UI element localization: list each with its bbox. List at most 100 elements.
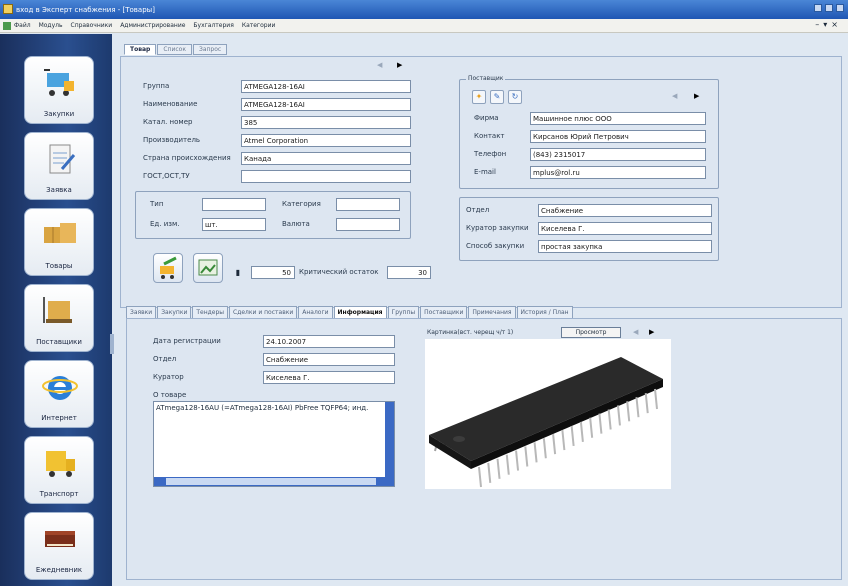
about-label: О товаре	[153, 391, 187, 399]
menu-references[interactable]: Справочники	[71, 22, 113, 29]
curator-label: Куратор закупки	[466, 224, 529, 232]
chip-pin	[635, 397, 640, 418]
supplier-add-button[interactable]: ✦	[472, 90, 486, 104]
menu-categories[interactable]: Категории	[242, 22, 276, 29]
sidebar-item-internet[interactable]: Интернет	[24, 360, 94, 428]
menu-administration[interactable]: Администрирование	[120, 22, 185, 29]
phone-label: Телефон	[474, 150, 507, 158]
catalog-field[interactable]: 385	[241, 116, 411, 129]
stock-quantity-field[interactable]: 50	[251, 266, 295, 279]
diary-icon	[45, 531, 75, 547]
info-curator-field[interactable]: Киселева Г.	[263, 371, 395, 384]
email-field[interactable]: mplus@rol.ru	[530, 166, 706, 179]
view-picture-button[interactable]: Просмотр	[561, 327, 621, 338]
nav-prev-arrow[interactable]: ◀	[377, 61, 382, 69]
maximize-button[interactable]	[825, 4, 833, 12]
menu-file[interactable]: Файл	[14, 22, 31, 29]
supplier-next-arrow[interactable]: ▶	[694, 92, 699, 100]
dept-label: Отдел	[466, 206, 490, 214]
sidebar-label: Заявка	[46, 186, 72, 194]
picture-label: Картинка(вст. черещ ч/т 1)	[427, 329, 514, 336]
type-field[interactable]	[202, 198, 266, 211]
group-label: Группа	[143, 82, 170, 90]
catalog-label: Катал. номер	[143, 118, 193, 126]
info-dept-field[interactable]: Снабжение	[263, 353, 395, 366]
picture-prev-arrow[interactable]: ◀	[633, 328, 638, 336]
internet-explorer-icon	[42, 376, 78, 400]
chip-pin	[644, 393, 649, 414]
category-field[interactable]	[336, 198, 400, 211]
country-field[interactable]: Канада	[241, 152, 411, 165]
sidebar-item-request[interactable]: Заявка	[24, 132, 94, 200]
sidebar: Закупки Заявка Товары Поставщики Интерне…	[0, 34, 114, 586]
chip-pin	[505, 454, 510, 475]
supplier-prev-arrow[interactable]: ◀	[672, 92, 677, 100]
nav-next-arrow[interactable]: ▶	[397, 61, 402, 69]
close-button[interactable]	[836, 4, 844, 12]
tab-list[interactable]: Список	[157, 44, 192, 55]
tab-query[interactable]: Запрос	[192, 44, 228, 55]
memo-vertical-scrollbar[interactable]	[385, 402, 394, 486]
sidebar-label: Товары	[45, 262, 73, 270]
unit-field[interactable]: шт.	[202, 218, 266, 231]
menu-accounting[interactable]: Бухгалтерия	[193, 22, 233, 29]
pallet-icon	[43, 297, 72, 323]
picture-next-arrow[interactable]: ▶	[649, 328, 654, 336]
chip-image	[429, 357, 663, 488]
memo-scroll-thumb[interactable]	[166, 478, 376, 485]
sidebar-label: Поставщики	[36, 338, 82, 346]
dept-field[interactable]: Снабжение	[538, 204, 712, 217]
chip-pin	[598, 413, 603, 434]
chip-pin	[496, 458, 501, 479]
menu-module[interactable]: Модуль	[39, 22, 63, 29]
product-photo	[425, 339, 671, 489]
sidebar-item-diary[interactable]: Ежедневник	[24, 512, 94, 580]
box-stock-icon: ▮	[235, 268, 241, 277]
sidebar-item-goods[interactable]: Товары	[24, 208, 94, 276]
sidebar-item-suppliers[interactable]: Поставщики	[24, 284, 94, 352]
reg-date-field[interactable]: 24.10.2007	[263, 335, 395, 348]
cart-icon	[44, 69, 74, 96]
image-button[interactable]	[193, 253, 223, 283]
supplier-edit-button[interactable]: ✎	[490, 90, 504, 104]
phone-field[interactable]: (843) 2315017	[530, 148, 706, 161]
firm-field[interactable]: Машинное плюс ООО	[530, 112, 706, 125]
information-panel: Дата регистрации 24.10.2007 Отдел Снабже…	[126, 318, 842, 580]
chip-pin	[616, 405, 621, 426]
chip-pin	[552, 434, 557, 455]
critical-stock-field[interactable]: 30	[387, 266, 431, 279]
top-tabs: Товар Список Запрос	[124, 44, 228, 55]
chip-pin	[487, 462, 492, 483]
mdi-controls[interactable]: –▾×	[815, 20, 842, 29]
sidebar-item-transport[interactable]: Транспорт	[24, 436, 94, 504]
memo-horizontal-scrollbar[interactable]	[154, 477, 394, 486]
app-icon	[3, 4, 13, 14]
gost-label: ГОСТ,ОСТ,ТУ	[143, 172, 190, 180]
type-group: Тип Ед. изм. шт. Категория Валюта	[135, 191, 411, 239]
currency-label: Валюта	[282, 220, 310, 228]
minimize-button[interactable]	[814, 4, 822, 12]
chip-pin	[589, 417, 594, 438]
sidebar-item-purchases[interactable]: Закупки	[24, 56, 94, 124]
sidebar-label: Интернет	[41, 414, 77, 422]
info-dept-label: Отдел	[153, 355, 177, 363]
method-field[interactable]: простая закупка	[538, 240, 712, 253]
clipboard-icon	[49, 144, 76, 174]
truck-icon	[46, 451, 75, 477]
chip-pin	[524, 446, 529, 467]
curator-field[interactable]: Киселева Г.	[538, 222, 712, 235]
tab-product[interactable]: Товар	[124, 44, 157, 55]
group-field[interactable]: ATMEGA128-16AI	[241, 80, 411, 93]
name-field[interactable]: ATMEGA128-16AI	[241, 98, 411, 111]
chip-pin	[533, 442, 538, 463]
contact-field[interactable]: Кирсанов Юрий Петрович	[530, 130, 706, 143]
gost-field[interactable]	[241, 170, 411, 183]
category-label: Категория	[282, 200, 321, 208]
add-to-cart-button[interactable]	[153, 253, 183, 283]
supplier-refresh-button[interactable]: ↻	[508, 90, 522, 104]
about-memo[interactable]: ATmega128-16AU (=ATmega128-16AI) PbFree …	[153, 401, 395, 487]
product-panel: ◀ ▶ Группа ATMEGA128-16AI Наименование A…	[120, 56, 842, 308]
currency-field[interactable]	[336, 218, 400, 231]
maker-field[interactable]: Atmel Corporation	[241, 134, 411, 147]
chip-pin	[570, 425, 575, 447]
